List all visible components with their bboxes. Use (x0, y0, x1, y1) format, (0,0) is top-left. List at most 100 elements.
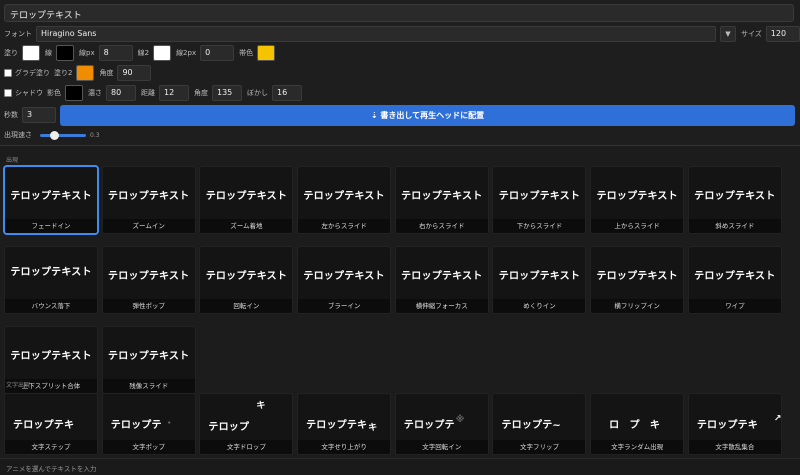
gradient-row: グラデ塗り 塗り2 角度 90 (4, 65, 152, 81)
card-label: バウンス落下 (5, 299, 97, 313)
animating-glyph: ※ (455, 415, 465, 425)
char-animation-card[interactable]: テロップテ ※ 文字回転イン (394, 393, 489, 455)
animation-card[interactable]: テロップテキスト ズームイン (101, 166, 196, 234)
animation-card[interactable]: テロップテキスト バウンス落下 (4, 246, 98, 314)
card-preview-text: テロップテキスト (10, 351, 92, 362)
card-preview-text: テロップテキスト (303, 271, 385, 282)
animation-card[interactable]: テロップテキスト 回転イン (199, 246, 294, 314)
animation-card[interactable]: テロップテキスト めくりイン (492, 246, 587, 314)
seconds-label: 秒数 (4, 111, 18, 119)
line2-px-input[interactable]: 0 (200, 45, 235, 61)
shadow-depth-input[interactable]: 80 (106, 85, 136, 101)
fill2-label: 塗り2 (54, 69, 73, 77)
card-label: 下からスライド (493, 219, 586, 233)
animation-card[interactable]: テロップテキスト 横伸縮フォーカス (394, 246, 489, 314)
card-label: フェードイン (5, 219, 97, 233)
gradient-checkbox[interactable] (4, 69, 12, 77)
gradient-angle-label: 角度 (99, 69, 114, 77)
card-label: 文字ドロップ (200, 440, 293, 454)
char-animation-card[interactable]: テロップテキキ文字せり上がり (297, 393, 392, 455)
animation-card[interactable]: テロップテキスト ズーム着地 (199, 166, 294, 234)
font-select[interactable]: Hiragino Sans (36, 26, 716, 42)
card-preview-text: テロップテキ (13, 420, 75, 431)
animating-glyph: ・ (164, 419, 174, 429)
shadow-angle-input[interactable]: 135 (212, 85, 242, 101)
export-and-place-button[interactable]: ⇣ 書き出して再生ヘッドに配置 (60, 105, 795, 126)
char-animation-card[interactable]: テロップテ・文字ポップ (101, 393, 196, 455)
card-preview-text: テロップテキスト (108, 351, 190, 362)
card-preview-text: テロップテ (110, 420, 162, 431)
shadow-color-swatch[interactable] (65, 85, 83, 101)
card-label: 弾性ポップ (102, 299, 195, 313)
animation-card[interactable]: テロップテキスト ブラーイン (297, 246, 392, 314)
shadow-label: シャドウ (15, 89, 43, 97)
size-input[interactable]: 120 (765, 26, 800, 42)
fill-color-swatch[interactable] (22, 45, 40, 61)
card-preview-text: テロップテ~ (501, 420, 562, 431)
char-animation-card[interactable]: テロップテキ 文字ステップ (4, 393, 98, 455)
card-label: ズームイン (102, 219, 195, 233)
band-color-swatch[interactable] (257, 45, 276, 61)
animation-card[interactable]: テロップテキスト 弾性ポップ (101, 246, 196, 314)
card-label: ズーム着地 (200, 219, 293, 233)
card-label: 文字ポップ (102, 440, 195, 454)
status-bar: アニメを選んでテキストを入力 (0, 458, 800, 475)
shadow-row: シャドウ 影色 濃さ 80 距離 12 角度 135 ぼかし 16 (4, 85, 302, 101)
card-preview-text: テロップテキスト (10, 191, 92, 202)
char-animation-card[interactable]: ロ プ キ文字ランダム出現 (590, 393, 685, 455)
section-appear-title: 出現 (6, 157, 19, 164)
card-preview-text: テロップテキスト (498, 191, 581, 202)
line-px-input[interactable]: 8 (98, 45, 133, 61)
card-label: 文字散乱集合 (688, 440, 781, 454)
card-preview-text: テロップ (208, 422, 250, 433)
animation-card[interactable]: テロップテキスト 右からスライド (394, 166, 489, 234)
section-char-title: 文字出現 (6, 382, 31, 389)
card-preview-text: テロップテキスト (401, 191, 483, 202)
card-preview-text: テロップテキスト (694, 271, 776, 282)
appear-speed-slider[interactable] (40, 130, 86, 140)
fill2-color-swatch[interactable] (76, 65, 95, 81)
fill-label: 塗り (4, 49, 18, 57)
line-label: 線 (45, 49, 52, 57)
card-preview-text: テロップテキスト (108, 191, 190, 202)
card-label: ワイプ (688, 299, 781, 313)
card-label: 右からスライド (395, 219, 488, 233)
telop-text-input[interactable]: テロップテキスト (4, 4, 794, 22)
card-preview-text: テロップテキスト (108, 271, 190, 282)
animating-glyph: キ (368, 423, 378, 433)
animation-card[interactable]: テロップテキスト 左からスライド (297, 166, 392, 234)
font-dropdown-button[interactable]: ▼ (720, 26, 736, 42)
appear-animation-grid: テロップテキスト フェードイン テロップテキスト ズームイン テロップテキスト ズーム着地… (4, 166, 782, 394)
animation-card[interactable]: テロップテキスト 斜めスライド (687, 166, 782, 234)
font-label: フォント (4, 30, 32, 38)
char-animation-card[interactable]: テロップテキ ↗ 文字散乱集合 (687, 393, 782, 455)
shadow-blur-input[interactable]: 16 (272, 85, 302, 101)
line2-color-swatch[interactable] (153, 45, 172, 61)
card-label: 文字せり上がり (298, 440, 391, 454)
seconds-row: 秒数 3 (4, 107, 56, 123)
card-preview-text: テロップテ (403, 420, 455, 431)
line2-px-label: 線2px (176, 49, 197, 57)
card-preview-text: テロップテキスト (596, 271, 678, 282)
font-row: フォント Hiragino Sans ▼ サイズ 120 (4, 26, 800, 42)
shadow-blur-label: ぼかし (247, 89, 268, 97)
shadow-distance-input[interactable]: 12 (159, 85, 189, 101)
card-label: 横フリップイン (591, 299, 684, 313)
slider-knob[interactable] (50, 130, 59, 140)
shadow-color-label: 影色 (47, 89, 61, 97)
shadow-angle-label: 角度 (194, 89, 208, 97)
seconds-input[interactable]: 3 (22, 107, 56, 123)
shadow-checkbox[interactable] (4, 89, 12, 97)
line-color-swatch[interactable] (56, 45, 74, 61)
animation-card[interactable]: テロップテキスト ワイプ (687, 246, 782, 314)
animation-card[interactable]: テロップテキスト フェードイン (4, 166, 98, 234)
char-animation-card[interactable]: テロップテ~ 文字フリップ (492, 393, 587, 455)
animation-card[interactable]: テロップテキスト 上からスライド (590, 166, 685, 234)
animation-card[interactable]: テロップテキスト 横フリップイン (590, 246, 685, 314)
card-preview-text: ロ プ キ (609, 420, 661, 431)
char-animation-card[interactable]: テロップ キ文字ドロップ (199, 393, 294, 455)
animation-card[interactable]: テロップテキスト 残像スライド (101, 326, 196, 394)
animation-card[interactable]: テロップテキスト 下からスライド (492, 166, 587, 234)
shadow-depth-label: 濃さ (88, 89, 102, 97)
gradient-angle-input[interactable]: 90 (117, 65, 152, 81)
